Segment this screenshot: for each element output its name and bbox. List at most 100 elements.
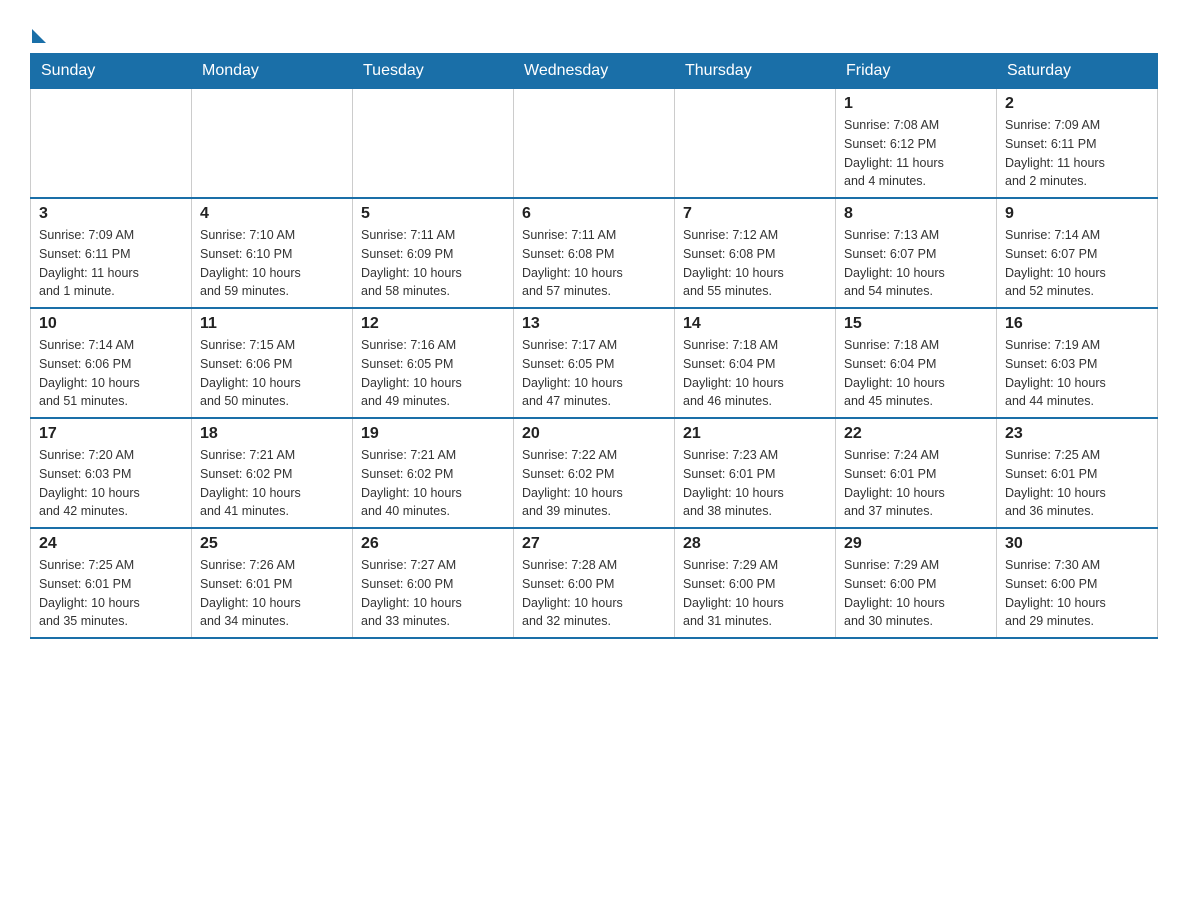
day-number: 10 bbox=[39, 315, 183, 333]
calendar-day-cell: 16 Sunrise: 7:19 AM Sunset: 6:03 PM Dayli… bbox=[997, 308, 1158, 418]
calendar-day-cell: 2 Sunrise: 7:09 AM Sunset: 6:11 PM Daylig… bbox=[997, 89, 1158, 199]
calendar-day-cell: 29 Sunrise: 7:29 AM Sunset: 6:00 PM Dayli… bbox=[836, 528, 997, 638]
calendar-day-cell: 11 Sunrise: 7:15 AM Sunset: 6:06 PM Dayli… bbox=[192, 308, 353, 418]
day-detail: Sunrise: 7:17 AM Sunset: 6:05 PM Dayligh… bbox=[522, 336, 666, 411]
calendar-day-cell: 19Sunrise: 7:21 AM Sunset: 6:02 PM Dayli… bbox=[353, 418, 514, 528]
day-number: 15 bbox=[844, 315, 988, 333]
calendar-day-cell: 14 Sunrise: 7:18 AM Sunset: 6:04 PM Dayli… bbox=[675, 308, 836, 418]
day-detail: Sunrise: 7:29 AM Sunset: 6:00 PM Dayligh… bbox=[683, 556, 827, 631]
day-detail: Sunrise: 7:19 AM Sunset: 6:03 PM Dayligh… bbox=[1005, 336, 1149, 411]
day-number: 14 bbox=[683, 315, 827, 333]
weekday-header-thursday: Thursday bbox=[675, 54, 836, 89]
day-detail: Sunrise: 7:27 AM Sunset: 6:00 PM Dayligh… bbox=[361, 556, 505, 631]
day-number: 7 bbox=[683, 205, 827, 223]
calendar-day-cell: 27Sunrise: 7:28 AM Sunset: 6:00 PM Dayli… bbox=[514, 528, 675, 638]
calendar-day-cell: 8 Sunrise: 7:13 AM Sunset: 6:07 PM Daylig… bbox=[836, 198, 997, 308]
day-detail: Sunrise: 7:18 AM Sunset: 6:04 PM Dayligh… bbox=[844, 336, 988, 411]
day-number: 6 bbox=[522, 205, 666, 223]
calendar-day-cell: 1 Sunrise: 7:08 AM Sunset: 6:12 PM Daylig… bbox=[836, 89, 997, 199]
day-number: 17 bbox=[39, 425, 183, 443]
logo bbox=[30, 20, 46, 43]
weekday-header-monday: Monday bbox=[192, 54, 353, 89]
day-number: 30 bbox=[1005, 535, 1149, 553]
calendar-day-cell bbox=[31, 89, 192, 199]
day-detail: Sunrise: 7:29 AM Sunset: 6:00 PM Dayligh… bbox=[844, 556, 988, 631]
day-number: 27 bbox=[522, 535, 666, 553]
day-number: 24 bbox=[39, 535, 183, 553]
day-detail: Sunrise: 7:14 AM Sunset: 6:07 PM Dayligh… bbox=[1005, 226, 1149, 301]
day-number: 26 bbox=[361, 535, 505, 553]
day-detail: Sunrise: 7:21 AM Sunset: 6:02 PM Dayligh… bbox=[200, 446, 344, 521]
calendar-day-cell: 23 Sunrise: 7:25 AM Sunset: 6:01 PM Dayli… bbox=[997, 418, 1158, 528]
day-number: 29 bbox=[844, 535, 988, 553]
calendar-day-cell: 7 Sunrise: 7:12 AM Sunset: 6:08 PM Daylig… bbox=[675, 198, 836, 308]
weekday-header-sunday: Sunday bbox=[31, 54, 192, 89]
calendar-week-row: 17Sunrise: 7:20 AM Sunset: 6:03 PM Dayli… bbox=[31, 418, 1158, 528]
day-number: 23 bbox=[1005, 425, 1149, 443]
day-detail: Sunrise: 7:12 AM Sunset: 6:08 PM Dayligh… bbox=[683, 226, 827, 301]
calendar-day-cell: 13 Sunrise: 7:17 AM Sunset: 6:05 PM Dayli… bbox=[514, 308, 675, 418]
calendar-day-cell bbox=[675, 89, 836, 199]
day-detail: Sunrise: 7:24 AM Sunset: 6:01 PM Dayligh… bbox=[844, 446, 988, 521]
calendar-header-row: SundayMondayTuesdayWednesdayThursdayFrid… bbox=[31, 54, 1158, 89]
calendar-day-cell: 12 Sunrise: 7:16 AM Sunset: 6:05 PM Dayli… bbox=[353, 308, 514, 418]
day-detail: Sunrise: 7:26 AM Sunset: 6:01 PM Dayligh… bbox=[200, 556, 344, 631]
calendar-day-cell: 4Sunrise: 7:10 AM Sunset: 6:10 PM Daylig… bbox=[192, 198, 353, 308]
calendar-day-cell: 17Sunrise: 7:20 AM Sunset: 6:03 PM Dayli… bbox=[31, 418, 192, 528]
day-detail: Sunrise: 7:18 AM Sunset: 6:04 PM Dayligh… bbox=[683, 336, 827, 411]
calendar-day-cell bbox=[353, 89, 514, 199]
day-detail: Sunrise: 7:09 AM Sunset: 6:11 PM Dayligh… bbox=[39, 226, 183, 301]
calendar-week-row: 24 Sunrise: 7:25 AM Sunset: 6:01 PM Dayli… bbox=[31, 528, 1158, 638]
day-detail: Sunrise: 7:11 AM Sunset: 6:08 PM Dayligh… bbox=[522, 226, 666, 301]
day-number: 5 bbox=[361, 205, 505, 223]
calendar-day-cell: 21 Sunrise: 7:23 AM Sunset: 6:01 PM Dayli… bbox=[675, 418, 836, 528]
day-number: 1 bbox=[844, 95, 988, 113]
logo-arrow-icon bbox=[32, 29, 46, 43]
day-number: 21 bbox=[683, 425, 827, 443]
calendar-day-cell: 6 Sunrise: 7:11 AM Sunset: 6:08 PM Daylig… bbox=[514, 198, 675, 308]
day-number: 16 bbox=[1005, 315, 1149, 333]
day-detail: Sunrise: 7:30 AM Sunset: 6:00 PM Dayligh… bbox=[1005, 556, 1149, 631]
weekday-header-saturday: Saturday bbox=[997, 54, 1158, 89]
calendar-day-cell bbox=[192, 89, 353, 199]
day-detail: Sunrise: 7:09 AM Sunset: 6:11 PM Dayligh… bbox=[1005, 116, 1149, 191]
day-detail: Sunrise: 7:23 AM Sunset: 6:01 PM Dayligh… bbox=[683, 446, 827, 521]
day-number: 18 bbox=[200, 425, 344, 443]
day-number: 25 bbox=[200, 535, 344, 553]
day-detail: Sunrise: 7:08 AM Sunset: 6:12 PM Dayligh… bbox=[844, 116, 988, 191]
page-header bbox=[30, 20, 1158, 43]
day-number: 9 bbox=[1005, 205, 1149, 223]
day-number: 8 bbox=[844, 205, 988, 223]
day-number: 13 bbox=[522, 315, 666, 333]
day-detail: Sunrise: 7:25 AM Sunset: 6:01 PM Dayligh… bbox=[1005, 446, 1149, 521]
day-number: 4 bbox=[200, 205, 344, 223]
calendar-day-cell: 5Sunrise: 7:11 AM Sunset: 6:09 PM Daylig… bbox=[353, 198, 514, 308]
calendar-day-cell: 22Sunrise: 7:24 AM Sunset: 6:01 PM Dayli… bbox=[836, 418, 997, 528]
calendar-day-cell bbox=[514, 89, 675, 199]
day-number: 3 bbox=[39, 205, 183, 223]
calendar-day-cell: 25 Sunrise: 7:26 AM Sunset: 6:01 PM Dayli… bbox=[192, 528, 353, 638]
calendar-table: SundayMondayTuesdayWednesdayThursdayFrid… bbox=[30, 53, 1158, 639]
day-number: 20 bbox=[522, 425, 666, 443]
calendar-day-cell: 20 Sunrise: 7:22 AM Sunset: 6:02 PM Dayli… bbox=[514, 418, 675, 528]
day-detail: Sunrise: 7:22 AM Sunset: 6:02 PM Dayligh… bbox=[522, 446, 666, 521]
day-detail: Sunrise: 7:16 AM Sunset: 6:05 PM Dayligh… bbox=[361, 336, 505, 411]
day-number: 28 bbox=[683, 535, 827, 553]
day-number: 2 bbox=[1005, 95, 1149, 113]
calendar-day-cell: 24 Sunrise: 7:25 AM Sunset: 6:01 PM Dayli… bbox=[31, 528, 192, 638]
calendar-day-cell: 3 Sunrise: 7:09 AM Sunset: 6:11 PM Daylig… bbox=[31, 198, 192, 308]
calendar-day-cell: 15 Sunrise: 7:18 AM Sunset: 6:04 PM Dayli… bbox=[836, 308, 997, 418]
calendar-week-row: 10 Sunrise: 7:14 AM Sunset: 6:06 PM Dayli… bbox=[31, 308, 1158, 418]
calendar-day-cell: 26 Sunrise: 7:27 AM Sunset: 6:00 PM Dayli… bbox=[353, 528, 514, 638]
day-detail: Sunrise: 7:13 AM Sunset: 6:07 PM Dayligh… bbox=[844, 226, 988, 301]
day-detail: Sunrise: 7:25 AM Sunset: 6:01 PM Dayligh… bbox=[39, 556, 183, 631]
weekday-header-friday: Friday bbox=[836, 54, 997, 89]
day-detail: Sunrise: 7:15 AM Sunset: 6:06 PM Dayligh… bbox=[200, 336, 344, 411]
calendar-week-row: 3 Sunrise: 7:09 AM Sunset: 6:11 PM Daylig… bbox=[31, 198, 1158, 308]
day-detail: Sunrise: 7:14 AM Sunset: 6:06 PM Dayligh… bbox=[39, 336, 183, 411]
day-number: 11 bbox=[200, 315, 344, 333]
day-number: 12 bbox=[361, 315, 505, 333]
calendar-day-cell: 28 Sunrise: 7:29 AM Sunset: 6:00 PM Dayli… bbox=[675, 528, 836, 638]
day-number: 19 bbox=[361, 425, 505, 443]
calendar-day-cell: 18 Sunrise: 7:21 AM Sunset: 6:02 PM Dayli… bbox=[192, 418, 353, 528]
